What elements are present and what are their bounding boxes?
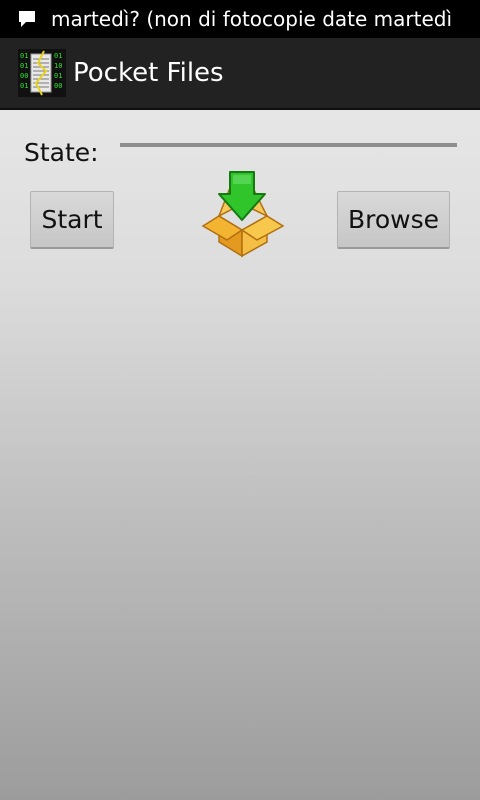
notification-ticker: martedì? (non di fotocopie date martedì <box>51 7 453 31</box>
action-bar: 01 01 00 01 01 10 01 00 Pocket Files <box>0 38 480 110</box>
svg-text:01: 01 <box>54 52 62 60</box>
svg-text:01: 01 <box>20 62 28 70</box>
state-progress-bar <box>120 143 457 147</box>
download-box-icon <box>199 170 285 258</box>
svg-text:01: 01 <box>20 82 28 90</box>
start-button[interactable]: Start <box>30 191 114 249</box>
svg-text:00: 00 <box>54 82 62 90</box>
status-bar: martedì? (non di fotocopie date martedì <box>0 0 480 38</box>
svg-text:01: 01 <box>54 72 62 80</box>
main-content: State: Start Browse <box>0 110 480 800</box>
chat-bubble-icon[interactable] <box>16 8 38 30</box>
pocket-files-app-icon[interactable]: 01 01 00 01 01 10 01 00 <box>18 49 66 97</box>
svg-text:01: 01 <box>20 52 28 60</box>
svg-text:10: 10 <box>54 62 62 70</box>
browse-button[interactable]: Browse <box>337 191 450 249</box>
state-label: State: <box>24 138 99 167</box>
app-title: Pocket Files <box>73 58 224 88</box>
svg-text:00: 00 <box>20 72 28 80</box>
